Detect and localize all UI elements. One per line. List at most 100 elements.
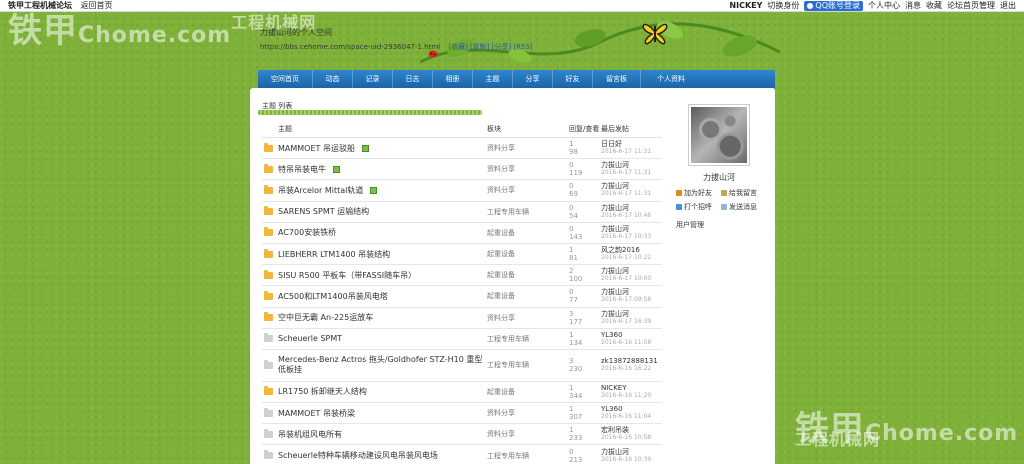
board-link[interactable]: 资料分享 xyxy=(487,429,569,439)
avatar[interactable] xyxy=(688,104,750,166)
last-poster-link[interactable]: NICKEY xyxy=(601,384,662,392)
nav-friends[interactable]: 好友 xyxy=(553,70,593,88)
nav-feed[interactable]: 动态 xyxy=(313,70,353,88)
topic-cell: 空中巨无霸 An-225运放车 xyxy=(262,312,487,323)
top-link-messages[interactable]: 消息 xyxy=(905,0,921,11)
reply-count: 1 344 xyxy=(569,384,601,400)
last-poster-link[interactable]: 力拔山河 xyxy=(601,182,662,190)
last-post: 力拔山河 2016-6-17 11:31 xyxy=(601,161,662,177)
last-poster-link[interactable]: 宏利吊装 xyxy=(601,426,662,434)
folder-icon xyxy=(264,269,273,279)
back-home-link[interactable]: 返回首页 xyxy=(81,1,113,10)
board-link[interactable]: 资料分享 xyxy=(487,313,569,323)
table-row: MAMMOET 吊运驳船 资料分享 1 98 日日好 2016-6-17 11:… xyxy=(262,138,662,160)
reply-count: 2 100 xyxy=(569,267,601,283)
board-link[interactable]: 起重设备 xyxy=(487,291,569,301)
topic-cell: LIEBHERR LTM1400 吊装结构 xyxy=(262,248,487,260)
header-reply: 回复/查看 xyxy=(569,124,600,133)
replies-value: 0 xyxy=(569,182,574,191)
board-link[interactable]: 资料分享 xyxy=(487,164,569,174)
board-link[interactable]: 工程专用车辆 xyxy=(487,451,569,461)
qq-login-button[interactable]: QQ账号登录 xyxy=(804,0,863,11)
topic-cell: Mercedes-Benz Actros 拖头/Goldhofer STZ-H1… xyxy=(262,355,487,375)
last-poster-link[interactable]: zk13872888131 xyxy=(601,357,662,365)
topic-link[interactable]: 特吊吊装电牛 xyxy=(278,164,326,175)
board-link[interactable]: 工程专用车辆 xyxy=(487,207,569,217)
last-poster-link[interactable]: YL360 xyxy=(601,405,662,413)
topic-cell: SISU R500 平板车（带FASSI随车吊） xyxy=(262,269,487,281)
last-poster-link[interactable]: 力拔山河 xyxy=(601,161,662,169)
last-post: 力拔山河 2016-6-17 09:58 xyxy=(601,288,662,304)
user-manage-link[interactable]: 用户管理 xyxy=(676,220,768,230)
last-poster-link[interactable]: 力拔山河 xyxy=(601,288,662,296)
last-post-time: 2016-6-17 11:31 xyxy=(601,190,652,198)
board-link[interactable]: 起重设备 xyxy=(487,249,569,259)
top-link-forum-admin[interactable]: 论坛首页管理 xyxy=(947,0,995,11)
leave-message-button[interactable]: 给我留言 xyxy=(721,188,766,198)
last-post: 风之韵2016 2016-6-17 10:22 xyxy=(601,246,662,262)
top-link-profile[interactable]: 个人中心 xyxy=(868,0,900,11)
last-poster-link[interactable]: 力拔山河 xyxy=(601,267,662,275)
nav-album[interactable]: 相册 xyxy=(433,70,473,88)
last-post-time: 2016-6-17 09:58 xyxy=(601,296,652,304)
board-link[interactable]: 起重设备 xyxy=(487,270,569,280)
top-link-logout[interactable]: 退出 xyxy=(1000,0,1016,11)
table-header: 主题 板块 回复/查看 最后发帖 xyxy=(262,120,662,138)
topic-link[interactable]: SARENS SPMT 运输结构 xyxy=(278,206,369,217)
topic-link[interactable]: 吊装机组风电所有 xyxy=(278,429,342,440)
board-link[interactable]: 资料分享 xyxy=(487,143,569,153)
topic-link[interactable]: AC500和LTM1400吊装风电塔 xyxy=(278,291,388,302)
top-link-favorites[interactable]: 收藏 xyxy=(926,0,942,11)
profile-name[interactable]: 力拔山河 xyxy=(688,172,750,183)
last-poster-link[interactable]: 日日好 xyxy=(601,140,662,148)
nav-guestbook[interactable]: 留言板 xyxy=(593,70,641,88)
topic-link[interactable]: 空中巨无霸 An-225运放车 xyxy=(278,312,373,323)
add-friend-button[interactable]: 加为好友 xyxy=(676,188,721,198)
nav-record[interactable]: 记录 xyxy=(353,70,393,88)
board-link[interactable]: 资料分享 xyxy=(487,408,569,418)
table-row: AC500和LTM1400吊装风电塔 起重设备 0 77 力拔山河 2016-6… xyxy=(262,286,662,308)
topic-link[interactable]: SISU R500 平板车（带FASSI随车吊） xyxy=(278,270,416,281)
last-poster-link[interactable]: 风之韵2016 xyxy=(601,246,662,254)
nav-home[interactable]: 空间首页 xyxy=(258,70,313,88)
nav-blog[interactable]: 日志 xyxy=(393,70,433,88)
board-link[interactable]: 起重设备 xyxy=(487,387,569,397)
add-friend-icon xyxy=(676,190,682,196)
nav-share[interactable]: 分享 xyxy=(513,70,553,88)
board-link[interactable]: 起重设备 xyxy=(487,228,569,238)
board-link[interactable]: 工程专用车辆 xyxy=(487,334,569,344)
replies-value: 1 xyxy=(569,330,574,339)
username-link[interactable]: NICKEY xyxy=(729,1,762,10)
space-title: 力拔山河的个人空间 xyxy=(260,28,332,37)
topic-link[interactable]: MAMMOET 吊运驳船 xyxy=(278,143,355,154)
topic-link[interactable]: LR1750 拆卸继天人结构 xyxy=(278,386,367,397)
topic-link[interactable]: Scheuerle SPMT xyxy=(278,334,342,343)
last-poster-link[interactable]: 力拔山河 xyxy=(601,204,662,212)
last-post-time: 2016-6-17 10:33 xyxy=(601,232,652,240)
topic-table: 主题 板块 回复/查看 最后发帖 MAMMOET 吊运驳船 资料分享 1 98 … xyxy=(262,120,662,464)
last-poster-link[interactable]: 力拔山河 xyxy=(601,448,662,456)
last-post: 力拔山河 2016-6-17 10:00 xyxy=(601,267,662,283)
site-name-link[interactable]: 铁甲工程机械论坛 xyxy=(8,1,72,10)
send-message-button[interactable]: 发送消息 xyxy=(721,202,766,212)
last-poster-link[interactable]: 力拔山河 xyxy=(601,310,662,318)
topic-link[interactable]: LIEBHERR LTM1400 吊装结构 xyxy=(278,249,390,260)
space-url-actions[interactable]: [收藏] [复制] [分享] [RSS] xyxy=(448,43,532,51)
nav-topics[interactable]: 主题 xyxy=(473,70,513,88)
nav-profile[interactable]: 个人资料 xyxy=(641,70,701,88)
topic-link[interactable]: Mercedes-Benz Actros 拖头/Goldhofer STZ-H1… xyxy=(278,355,487,375)
topic-link[interactable]: AC700安装铁桥 xyxy=(278,227,336,238)
last-poster-link[interactable]: 力拔山河 xyxy=(601,225,662,233)
space-url-text[interactable]: https://bbs.cehome.com/space-uid-2936047… xyxy=(260,43,440,51)
folder-icon xyxy=(264,333,273,343)
switch-user-link[interactable]: 切换身份 xyxy=(767,0,799,11)
board-link[interactable]: 资料分享 xyxy=(487,185,569,195)
topic-link[interactable]: 吊装Arcelor Mittal轨道 xyxy=(278,185,363,196)
greet-button[interactable]: 打个招呼 xyxy=(676,202,721,212)
topic-link[interactable]: MAMMOET 吊装桥梁 xyxy=(278,408,355,419)
header-title: 主题 xyxy=(278,124,292,133)
last-poster-link[interactable]: YL360 xyxy=(601,331,662,339)
board-link[interactable]: 工程专用车辆 xyxy=(487,360,569,370)
topic-link[interactable]: Scheuerle特种车辆移动建设风电吊装风电场 xyxy=(278,450,438,461)
topic-cell: AC700安装铁桥 xyxy=(262,227,487,238)
